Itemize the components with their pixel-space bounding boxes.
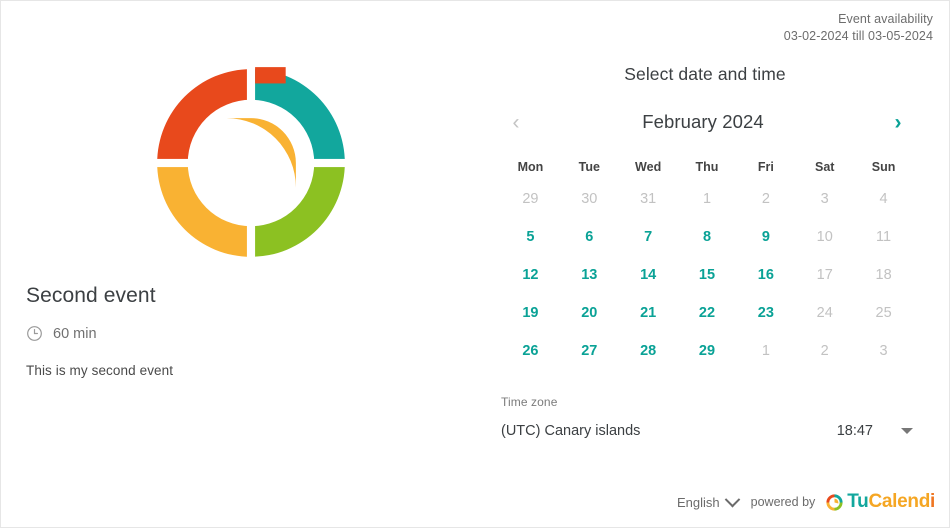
calendar-day-available[interactable]: 16: [736, 256, 795, 294]
calendar-day-available[interactable]: 8: [678, 218, 737, 256]
calendar-day-available[interactable]: 19: [501, 294, 560, 332]
chevron-down-icon[interactable]: [724, 491, 740, 507]
booking-card: Event availability 03-02-2024 till 03-05…: [0, 0, 950, 528]
weekday-header: Sat: [814, 159, 835, 174]
calendar-day-disabled: 29: [522, 191, 539, 207]
clock-icon: [26, 325, 43, 342]
tucalendi-brand[interactable]: Tu Calend i: [825, 491, 935, 513]
calendar-day-disabled: 1: [702, 191, 712, 207]
calendar-day-available[interactable]: 27: [560, 332, 619, 370]
page-title: Select date and time: [624, 64, 786, 84]
timezone-label: Time zone: [501, 395, 558, 409]
language-label: English: [677, 494, 720, 510]
powered-by-label: powered by: [750, 495, 816, 509]
calendar-day-disabled: 18: [875, 267, 892, 283]
brand-wordmark: Tu Calend i: [847, 491, 935, 513]
tucalendi-mark-icon: [825, 493, 844, 512]
timezone-value: (UTC) Canary islands: [501, 423, 641, 439]
weekday-header: Sun: [871, 159, 896, 174]
event-title: Second event: [26, 284, 156, 307]
weekday-header: Tue: [578, 159, 600, 174]
month-label: February 2024: [642, 111, 764, 132]
chevron-right-icon[interactable]: ›: [883, 107, 913, 137]
brand-calend: Calend: [868, 491, 931, 512]
calendar-day-disabled: 11: [876, 229, 892, 245]
timezone-current-time: 18:47: [836, 423, 873, 439]
footer: English powered by Tu Calend i: [677, 491, 935, 513]
weekday-header: Mon: [517, 159, 544, 174]
calendar-day-disabled: 4: [879, 191, 888, 207]
calendar-day-disabled: 25: [875, 305, 892, 321]
calendar-day-available[interactable]: 7: [619, 218, 678, 256]
calendar-day-disabled: 2: [820, 343, 829, 359]
calendar-day-available[interactable]: 22: [678, 294, 737, 332]
month-navigation: ‹ February 2024 ›: [501, 105, 913, 139]
calendar-day-disabled: 1: [761, 343, 770, 359]
calendar-day-disabled: 10: [816, 229, 833, 245]
calendar-day-disabled: 3: [879, 343, 888, 359]
calendar-day-available[interactable]: 14: [619, 256, 678, 294]
event-description: This is my second event: [26, 363, 174, 378]
calendar-day-available[interactable]: 23: [736, 294, 795, 332]
date-time-panel: Select date and time ‹ February 2024 › M…: [479, 1, 949, 527]
calendar-day-available[interactable]: 5: [501, 218, 560, 256]
calendar-day-available[interactable]: 6: [560, 218, 619, 256]
timezone-selector[interactable]: (UTC) Canary islands 18:47: [501, 419, 913, 443]
calendar-day-available[interactable]: 21: [619, 294, 678, 332]
calendar-day-available[interactable]: 28: [619, 332, 678, 370]
calendar-day-disabled: 31: [640, 191, 657, 207]
language-selector[interactable]: English: [677, 491, 740, 510]
tucalendi-donut-clock-logo: [149, 58, 353, 268]
calendar-day-available[interactable]: 26: [501, 332, 560, 370]
calendar-day-disabled: 3: [820, 191, 829, 207]
calendar-day-available[interactable]: 9: [736, 218, 795, 256]
calendar-day-disabled: 2: [761, 191, 770, 207]
event-details-panel: Second event 60 min This is my second ev…: [1, 1, 479, 527]
calendar-day-available[interactable]: 12: [501, 256, 560, 294]
calendar-day-available[interactable]: 13: [560, 256, 619, 294]
brand-tu: Tu: [847, 491, 869, 512]
calendar-day-available[interactable]: 29: [678, 332, 737, 370]
event-duration: 60 min: [26, 325, 97, 342]
calendar-day-disabled: 24: [816, 305, 833, 321]
caret-down-icon[interactable]: [901, 428, 913, 434]
weekday-header: Fri: [757, 159, 774, 174]
calendar-day-available[interactable]: 15: [678, 256, 737, 294]
weekday-header: Thu: [695, 159, 719, 174]
duration-label: 60 min: [53, 325, 97, 342]
calendar-day-available[interactable]: 20: [560, 294, 619, 332]
calendar-grid: Mon Tue Wed Thu Fri Sat Sun 29 30 31 1 2 3 4 5 6 7 8 9 10 11…: [501, 153, 913, 370]
calendar-day-disabled: 17: [816, 267, 833, 283]
brand-i: i: [930, 491, 935, 512]
weekday-header: Wed: [635, 159, 662, 174]
calendar-day-disabled: 30: [581, 191, 598, 207]
